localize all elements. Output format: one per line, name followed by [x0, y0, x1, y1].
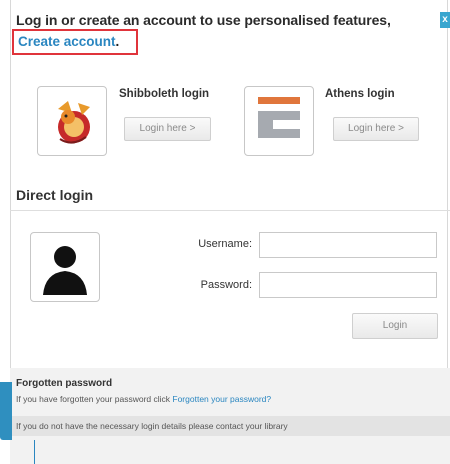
athens-logo-card [244, 86, 314, 156]
side-tab[interactable] [0, 382, 12, 440]
avatar-card [30, 232, 100, 302]
forgotten-password-text: If you have forgotten your password clic… [16, 394, 271, 404]
close-button[interactable]: x [440, 12, 450, 28]
username-input[interactable] [259, 232, 437, 258]
shibboleth-logo-card [37, 86, 107, 156]
password-input[interactable] [259, 272, 437, 298]
athens-logo-icon [258, 97, 300, 138]
library-notice-text: If you do not have the necessary login d… [16, 421, 288, 431]
create-account-period: . [115, 34, 120, 49]
athens-login-button[interactable]: Login here > [333, 117, 419, 141]
login-button[interactable]: Login [352, 313, 438, 339]
dialog-heading: Log in or create an account to use perso… [16, 12, 391, 28]
user-silhouette-icon [43, 246, 87, 295]
section-divider [10, 210, 450, 211]
athens-title: Athens login [325, 88, 395, 100]
shibboleth-dragon-icon [58, 101, 90, 144]
create-account-link[interactable]: Create account [18, 34, 116, 49]
create-account-link-wrap[interactable]: Create account. [18, 34, 119, 49]
username-label: Username: [198, 238, 252, 250]
forgotten-password-link[interactable]: Forgotten your password? [172, 394, 271, 404]
shibboleth-title: Shibboleth login [119, 88, 210, 100]
shibboleth-login-button[interactable]: Login here > [124, 117, 211, 141]
forgotten-password-prefix: If you have forgotten your password clic… [16, 394, 173, 404]
password-label: Password: [200, 279, 252, 291]
forgotten-password-title: Forgotten password [16, 378, 113, 389]
create-account-highlight: Create account. [12, 29, 138, 55]
direct-login-title: Direct login [16, 187, 94, 203]
side-connector-line [34, 440, 35, 464]
